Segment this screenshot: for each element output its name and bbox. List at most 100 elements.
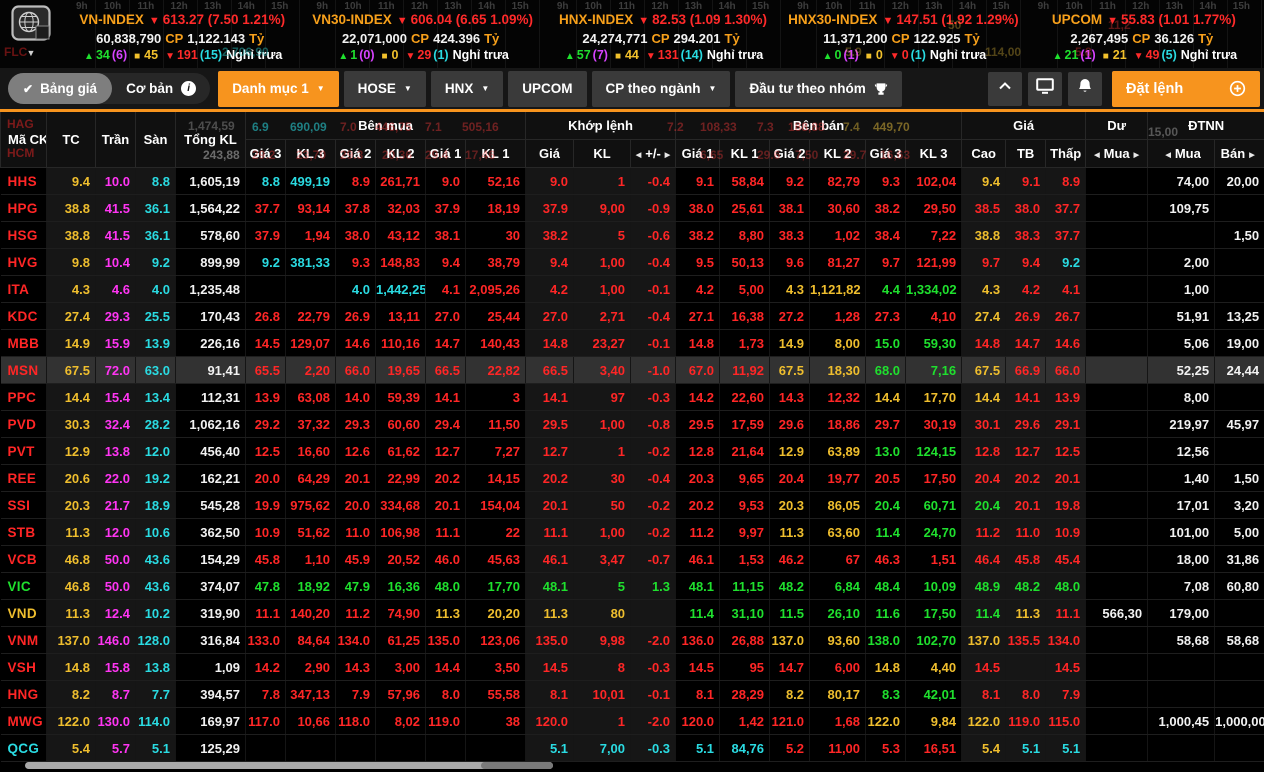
match-price-cell: 46.1 [526,546,574,573]
ticker-cell[interactable]: VCB [1,546,47,573]
ticker-cell[interactable]: QCG [1,735,47,762]
sell-volume-1-cell: 9,65 [720,465,770,492]
scroll-right-icon[interactable]: ▶ [665,152,670,159]
tab-cp-theo-ng-nh[interactable]: CP theo ngành▼ [592,71,731,107]
table-row-msn[interactable]: MSN✖67.572.063.091,4165.52,2066.019,6566… [1,357,1264,384]
ticker-cell[interactable]: KDC [1,303,47,330]
ticker-cell[interactable]: MWG [1,708,47,735]
decliners-count: 0 [902,48,909,62]
index-panel-vn30index[interactable]: 9h10h11h12h13h14h15hVN30-INDEX▼606.04 (6… [302,0,542,68]
sell-volume-3-cell: 29,50 [906,195,962,222]
time-tick: 14h [478,1,495,12]
foreign-buy-cell: 52,25 [1148,357,1215,384]
index-panel-vnindex[interactable]: 9h10h11h12h13h14h15hVN-INDEX▼613.27 (7.5… [62,0,302,68]
price-change-cell: -0.6 [631,222,676,249]
table-row-hng[interactable]: HNG8.28.77.7394,577.8347,137.957,968.055… [1,681,1264,708]
table-row-ssi[interactable]: SSI20.321.718.9545,2819.9975,6220.0334,6… [1,492,1264,519]
down-arrow-icon: ▼ [890,51,900,62]
logo-dropdown-icon[interactable]: ▼ [27,49,36,57]
info-icon[interactable]: i [181,81,196,96]
table-row-ita[interactable]: ITA4.34.64.01,235,484.01,442,254.12,095,… [1,276,1264,303]
tab--u-t-theo-nh-m[interactable]: Đầu tư theo nhóm [735,71,901,107]
table-row-hpg[interactable]: HPG38.841.536.11,564,2237.793,1437.832,0… [1,195,1264,222]
ticker-cell[interactable]: REE [1,465,47,492]
logo-area[interactable]: ▼ [0,0,62,68]
table-row-mwg[interactable]: MWG122.0130.0114.0169,97117.010,66118.08… [1,708,1264,735]
table-row-kdc[interactable]: KDC27.429.325.5170,4326.822,7926.913,112… [1,303,1264,330]
notifications-button[interactable] [1068,72,1102,106]
table-row-pvt[interactable]: PVT12.913.812.0456,4012.516,6012.661,621… [1,438,1264,465]
table-row-vnm[interactable]: VNM137.0146.0128.0316,84133.084,64134.06… [1,627,1264,654]
board-tab-bang-gia[interactable]: ✔ Bảng giá [8,73,112,104]
sell-price-1-cell: 9.1 [676,168,720,195]
price-change-cell: -0.4 [631,249,676,276]
index-volume: 22,071,000 [342,31,407,46]
tab-label: HOSE [358,81,396,96]
buy-volume-3-cell: 37,32 [286,411,336,438]
table-row-vic[interactable]: VIC46.850.043.6374,0747.818,9247.916,364… [1,573,1264,600]
ticker-cell[interactable]: MBB [1,330,47,357]
table-row-ree[interactable]: REE20.622.019.2162,2120.064,2920.122,992… [1,465,1264,492]
tab-danh-m-c-1[interactable]: Danh mục 1▼ [218,71,338,107]
ticker-cell[interactable]: ITA [1,276,47,303]
ticker-cell[interactable]: VNM [1,627,47,654]
horizontal-scrollbar[interactable] [25,762,553,769]
ticker-cell[interactable]: HNG [1,681,47,708]
table-row-hsg[interactable]: HSG38.841.536.1578,6037.91,9438.043,1238… [1,222,1264,249]
ticker-cell[interactable]: PVT [1,438,47,465]
ticker-cell[interactable]: HSG [1,222,47,249]
ticker-cell[interactable]: STB [1,519,47,546]
group-header-price: Giá [962,112,1086,140]
table-row-qcg[interactable]: QCG5.45.75.1125,295.17,00-0.35.184,765.2… [1,735,1264,762]
sell-price-3-cell: 68.0 [866,357,906,384]
ticker-cell[interactable]: VSH [1,654,47,681]
ticker-cell[interactable]: VIC [1,573,47,600]
index-panel-upcom[interactable]: 9h10h11h12h13h14h15hUPCOM▼55.83 (1.01 1.… [1024,0,1264,68]
buy-volume-1-cell: 11,50 [466,411,526,438]
table-row-hvg[interactable]: HVG9.810.49.2899,999.2381,339.3148,839.4… [1,249,1264,276]
table-row-mbb[interactable]: MBB14.915.913.9226,1614.5129,0714.6110,1… [1,330,1264,357]
table-row-pvd[interactable]: PVD30.332.428.21,062,1629.237,3229.360,6… [1,411,1264,438]
ticker-cell[interactable]: HPG [1,195,47,222]
index-change: (1.01 1.77%) [1159,12,1236,27]
tab-hnx[interactable]: HNX▼ [431,71,503,107]
ticker-cell[interactable]: HVG [1,249,47,276]
buy-volume-2-cell: 60,60 [376,411,426,438]
table-row-vcb[interactable]: VCB46.850.043.6154,2945.81,1045.920,5246… [1,546,1264,573]
index-panel-hnxindex[interactable]: 9h10h11h12h13h14h15hHNX-INDEX▼82.53 (1.0… [543,0,783,68]
table-row-ppc[interactable]: PPC14.415.413.4112,3113.963,0814.059,391… [1,384,1264,411]
sell-volume-3-cell: 4,10 [906,303,962,330]
scroll-right-icon[interactable]: ▶ [1134,152,1139,159]
ticker-cell[interactable]: SSI [1,492,47,519]
foreign-sell-cell [1215,384,1264,411]
scroll-left-icon[interactable]: ◀ [1094,152,1099,159]
scroll-left-icon[interactable]: ◀ [1165,152,1170,159]
ticker-cell[interactable]: PVD [1,411,47,438]
ticker-cell[interactable]: PPC [1,384,47,411]
table-row-vsh[interactable]: VSH14.815.813.81,0914.22,9014.33,0014.43… [1,654,1264,681]
ticker-cell[interactable]: MSN✖ [1,357,47,384]
index-volume: 2,267,495 [1070,31,1128,46]
app-logo-icon[interactable] [11,5,51,46]
table-row-vnd[interactable]: VND11.312.410.2319,9011.1140,2011.274,90… [1,600,1264,627]
table-row-hhs[interactable]: HHS9.410.08.81,605,198.8499,198.9261,719… [1,168,1264,195]
ticker-cell[interactable]: VND [1,600,47,627]
buy-price-3-cell: 37.9 [246,222,286,249]
tab-upcom[interactable]: UPCOM [508,71,586,107]
foreign-sell-cell: 60,80 [1215,573,1264,600]
time-tick: 11h [1099,1,1116,12]
place-order-button[interactable]: Đặt lệnh [1112,71,1260,107]
collapse-header-button[interactable] [988,72,1022,106]
buy-volume-1-cell: 3,50 [466,654,526,681]
board-tab-co-ban[interactable]: Cơ bản i [112,81,210,96]
tab-hose[interactable]: HOSE▼ [344,71,426,107]
scroll-left-icon[interactable]: ◀ [636,152,641,159]
scrollbar-thumb[interactable] [481,762,553,769]
scroll-right-icon[interactable]: ▶ [1249,152,1254,159]
index-panel-hnx30index[interactable]: 9h10h11h12h13h14h15hHNX30-INDEX▼147.51 (… [783,0,1023,68]
sell-volume-2-cell: 30,60 [810,195,866,222]
ticker-cell[interactable]: HHS [1,168,47,195]
monitor-view-button[interactable] [1028,72,1062,106]
down-arrow-icon: ▼ [638,15,649,27]
table-row-stb[interactable]: STB11.312.010.6362,5010.951,6211.0106,98… [1,519,1264,546]
